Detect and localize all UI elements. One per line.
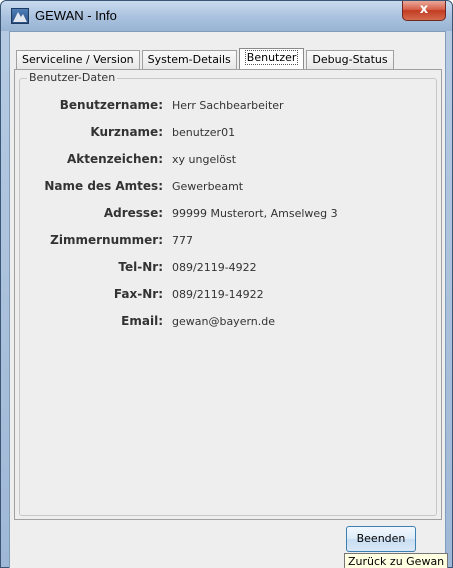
tab-label: Serviceline / Version <box>22 53 134 66</box>
tab-label: System-Details <box>147 53 231 66</box>
field-row-email: Email: gewan@bayern.de <box>20 314 438 341</box>
window-title: GEWAN - Info <box>35 8 117 23</box>
benutzer-daten-group: Benutzer-Daten Benutzername: Herr Sachbe… <box>19 71 438 516</box>
field-label: Email: <box>121 314 163 328</box>
field-label: Benutzername: <box>59 98 163 112</box>
tab-strip: Serviceline / Version System-Details Ben… <box>16 48 396 70</box>
dialog-client-area: Serviceline / Version System-Details Ben… <box>9 31 449 568</box>
title-bar[interactable]: GEWAN - Info x <box>1 1 452 31</box>
field-value: benutzer01 <box>172 126 236 139</box>
field-row-kurzname: Kurzname: benutzer01 <box>20 125 438 152</box>
field-value: Gewerbeamt <box>172 180 244 193</box>
field-row-aktenzeichen: Aktenzeichen: xy ungelöst <box>20 152 438 179</box>
tab-system-details[interactable]: System-Details <box>141 50 237 70</box>
beenden-button[interactable]: Beenden <box>346 526 416 552</box>
field-label: Tel-Nr: <box>118 260 163 274</box>
field-value: 99999 Musterort, Amselweg 3 <box>172 207 338 220</box>
field-row-tel-nr: Tel-Nr: 089/2119-4922 <box>20 260 438 287</box>
field-value: xy ungelöst <box>172 153 237 166</box>
group-legend: Benutzer-Daten <box>27 71 118 84</box>
tab-label: Debug-Status <box>312 53 388 66</box>
field-label: Fax-Nr: <box>113 287 163 301</box>
field-row-fax-nr: Fax-Nr: 089/2119-14922 <box>20 287 438 314</box>
field-label: Aktenzeichen: <box>66 152 163 166</box>
field-row-adresse: Adresse: 99999 Musterort, Amselweg 3 <box>20 206 438 233</box>
field-value: Herr Sachbearbeiter <box>172 99 284 112</box>
field-row-zimmernummer: Zimmernummer: 777 <box>20 233 438 260</box>
field-value: 777 <box>172 234 193 247</box>
tab-benutzer[interactable]: Benutzer <box>238 48 305 70</box>
field-value: 089/2119-14922 <box>172 288 264 301</box>
app-icon <box>11 8 29 24</box>
field-value: 089/2119-4922 <box>172 261 257 274</box>
benutzer-tab-panel: Benutzer-Daten Benutzername: Herr Sachbe… <box>14 69 442 520</box>
field-row-name-des-amtes: Name des Amtes: Gewerbeamt <box>20 179 438 206</box>
field-label: Kurzname: <box>90 125 163 139</box>
user-fields: Benutzername: Herr Sachbearbeiter Kurzna… <box>20 98 438 341</box>
close-window-button[interactable]: x <box>402 1 446 21</box>
tab-debug-status[interactable]: Debug-Status <box>306 50 394 70</box>
tab-serviceline-version[interactable]: Serviceline / Version <box>16 50 140 70</box>
tab-label: Benutzer <box>244 50 299 65</box>
field-label: Name des Amtes: <box>44 179 163 193</box>
field-row-benutzername: Benutzername: Herr Sachbearbeiter <box>20 98 438 125</box>
field-label: Zimmernummer: <box>50 233 163 247</box>
field-value: gewan@bayern.de <box>172 315 276 328</box>
field-label: Adresse: <box>103 206 163 220</box>
info-dialog-window: GEWAN - Info x Serviceline / Version Sys… <box>0 0 453 568</box>
beenden-tooltip: Zurück zu Gewan <box>344 553 449 568</box>
close-icon: x <box>419 2 429 17</box>
